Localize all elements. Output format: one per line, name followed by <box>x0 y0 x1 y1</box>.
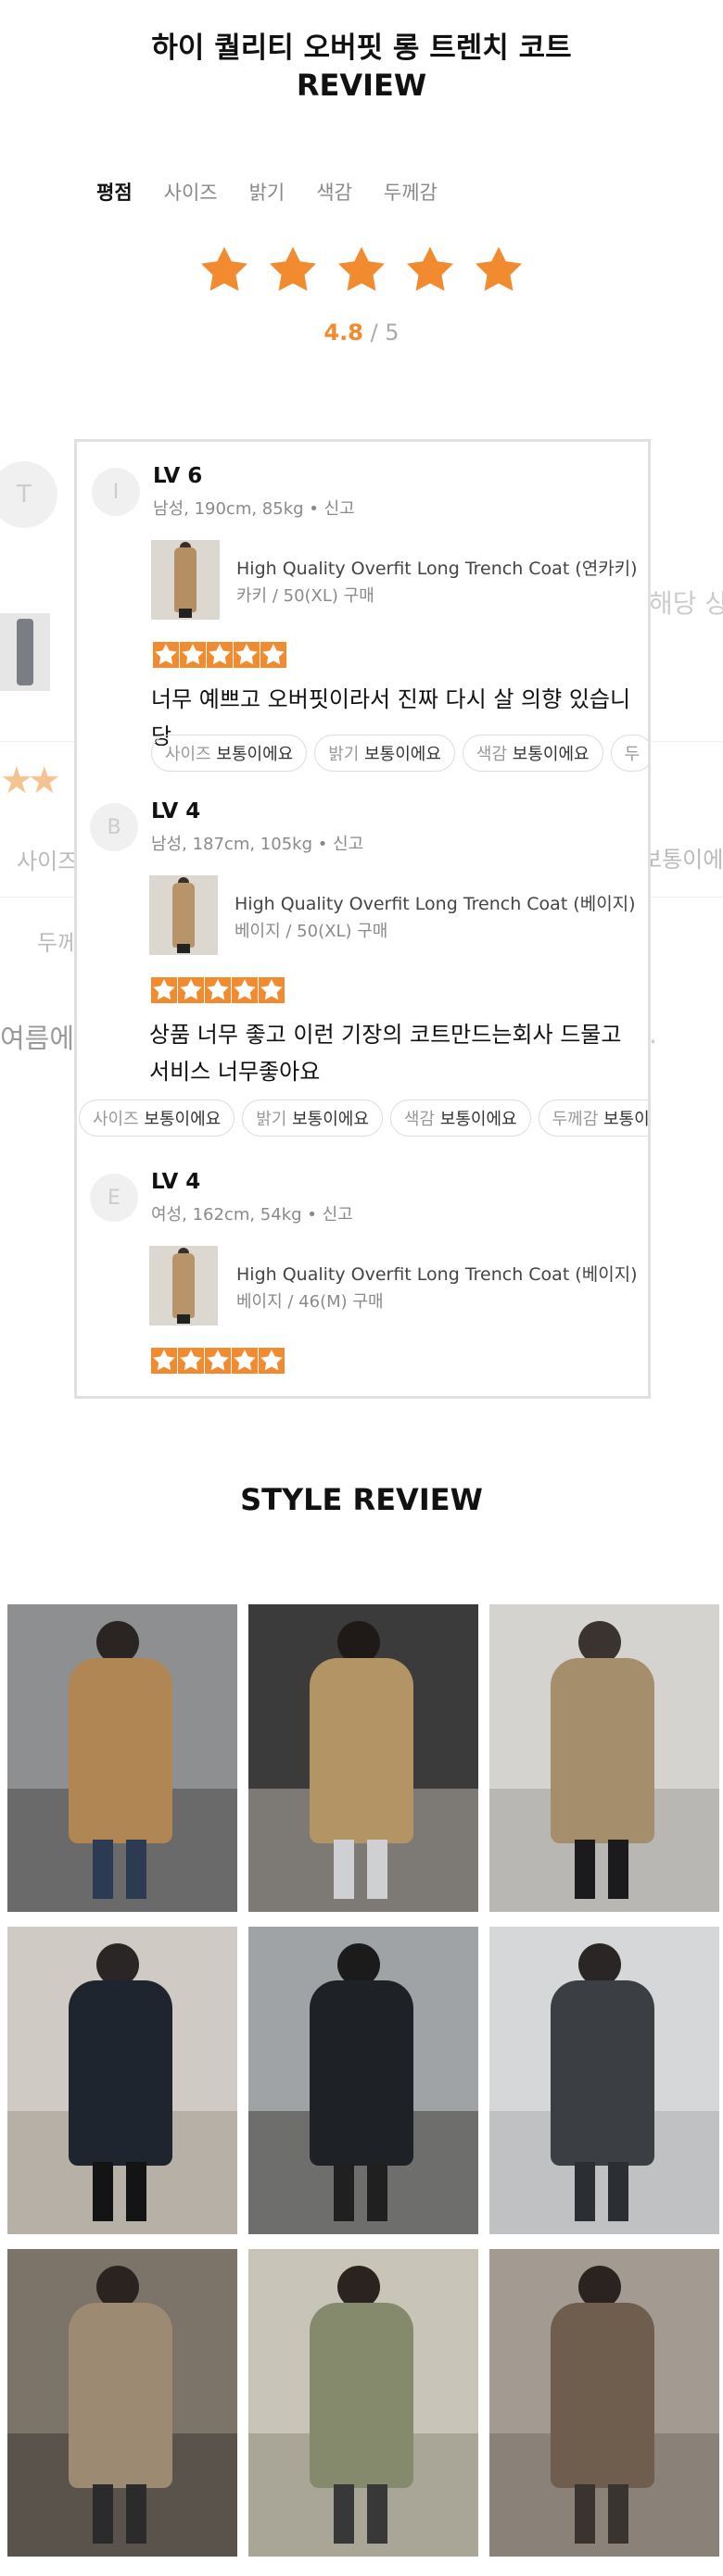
review-meta[interactable]: 남성, 190cm, 85kg • 신고 <box>153 496 355 520</box>
rating-score: 4.8 / 5 <box>0 320 723 346</box>
page-title: 하이 퀄리티 오버핏 롱 트렌치 코트 <box>151 31 572 65</box>
product-name[interactable]: High Quality Overfit Long Trench Coat (베… <box>235 890 636 915</box>
star-icon <box>334 243 389 298</box>
star-icon <box>178 977 204 1003</box>
star-icon <box>197 243 252 298</box>
chip-brightness: 밝기 보통이에요 <box>314 735 455 772</box>
star-icon <box>180 642 206 668</box>
star-icon <box>259 1348 285 1374</box>
review-stars <box>151 977 285 1003</box>
star-icon <box>207 642 233 668</box>
review-chips: 사이즈 보통이에요 밝기 보통이에요 색감 보통이에요 두께감 보통이 <box>79 1100 648 1137</box>
product-name[interactable]: High Quality Overfit Long Trench Coat (베… <box>236 1261 638 1286</box>
bg-review-text: 여름에 <box>0 1023 75 1054</box>
star-icon <box>205 1348 231 1374</box>
star-icon <box>151 1348 177 1374</box>
chip-size: 사이즈 보통이에요 <box>79 1100 235 1137</box>
photo-brown-coat-closeup[interactable] <box>489 2249 719 2557</box>
rating-tabs: 평점 사이즈 밝기 색감 두께감 <box>96 178 438 206</box>
bg-chip-right: 보통이에 <box>641 847 723 873</box>
review-card[interactable]: I LV 6 남성, 190cm, 85kg • 신고 High Quality… <box>74 439 651 1399</box>
avatar: B <box>90 803 138 851</box>
review-level: LV 4 <box>151 799 201 823</box>
product-option: 베이지 / 46(M) 구매 <box>236 1292 384 1312</box>
tab-rating[interactable]: 평점 <box>96 178 133 206</box>
review-level: LV 6 <box>153 464 203 488</box>
bg-avatar: T <box>0 461 57 528</box>
star-icon <box>151 977 177 1003</box>
photo-beige-coat-store[interactable] <box>489 1604 719 1912</box>
product-option: 카키 / 50(XL) 구매 <box>236 586 374 606</box>
bg-product-link: 해당 상 <box>649 588 723 619</box>
product-thumbnail[interactable] <box>151 540 220 620</box>
chip-color: 색감 보통이에요 <box>389 1100 531 1137</box>
chip-thickness: 두께감 보통이 <box>538 1100 648 1137</box>
review-stars <box>153 642 286 668</box>
star-icon <box>234 642 260 668</box>
tab-brightness[interactable]: 밝기 <box>249 178 285 206</box>
bg-chip-thickness: 두께 <box>37 930 79 956</box>
photo-beige-coat-storefront[interactable] <box>7 2249 237 2557</box>
rating-separator: / <box>370 320 378 346</box>
review-meta[interactable]: 남성, 187cm, 105kg • 신고 <box>151 831 363 855</box>
rating-stars <box>197 243 526 298</box>
product-name[interactable]: High Quality Overfit Long Trench Coat (연… <box>236 555 638 580</box>
star-icon <box>259 977 285 1003</box>
review-level: LV 4 <box>151 1170 201 1194</box>
star-icon <box>232 1348 258 1374</box>
tab-thickness[interactable]: 두께감 <box>384 178 438 206</box>
photo-olive-coat[interactable] <box>248 2249 478 2557</box>
photo-black-coat-closeup[interactable] <box>489 1927 719 2234</box>
page-subtitle: REVIEW <box>296 68 427 103</box>
star-icon <box>402 243 458 298</box>
bg-product-thumbnail <box>0 613 50 691</box>
photo-black-coat-mirror[interactable] <box>7 1927 237 2234</box>
style-review-title: STYLE REVIEW <box>240 1482 483 1517</box>
photo-beige-coat-mirror[interactable] <box>248 1604 478 1912</box>
product-thumbnail[interactable] <box>149 1246 218 1326</box>
bg-chip-size: 사이즈 <box>17 848 79 874</box>
tab-size[interactable]: 사이즈 <box>164 178 218 206</box>
chip-brightness: 밝기 보통이에요 <box>242 1100 383 1137</box>
star-icon <box>205 977 231 1003</box>
star-icon <box>260 642 286 668</box>
avatar: E <box>90 1174 138 1222</box>
chip-size: 사이즈 보통이에요 <box>151 735 308 772</box>
star-icon <box>265 243 321 298</box>
chip-thickness: 두 <box>610 735 648 772</box>
star-icon <box>471 243 526 298</box>
photo-beige-coat-wall[interactable] <box>7 1604 237 1912</box>
review-stars <box>151 1348 285 1374</box>
review-text: 상품 너무 좋고 이런 기장의 코트만드는회사 드물고 서비스 너무좋아요 <box>149 1022 622 1085</box>
review-meta[interactable]: 여성, 162cm, 54kg • 신고 <box>151 1201 353 1225</box>
product-thumbnail[interactable] <box>149 875 218 955</box>
avatar: I <box>92 468 140 516</box>
star-icon <box>153 642 179 668</box>
star-icon <box>178 1348 204 1374</box>
chip-color: 색감 보통이에요 <box>462 735 603 772</box>
photo-black-coat-street[interactable] <box>248 1927 478 2234</box>
star-icon <box>232 977 258 1003</box>
rating-value: 4.8 <box>323 320 363 346</box>
product-option: 베이지 / 50(XL) 구매 <box>235 922 388 941</box>
rating-max: 5 <box>385 320 400 346</box>
tab-color[interactable]: 색감 <box>316 178 352 206</box>
review-chips: 사이즈 보통이에요 밝기 보통이에요 색감 보통이에요 두 <box>151 735 648 772</box>
bg-stars: ★★ <box>0 760 61 802</box>
